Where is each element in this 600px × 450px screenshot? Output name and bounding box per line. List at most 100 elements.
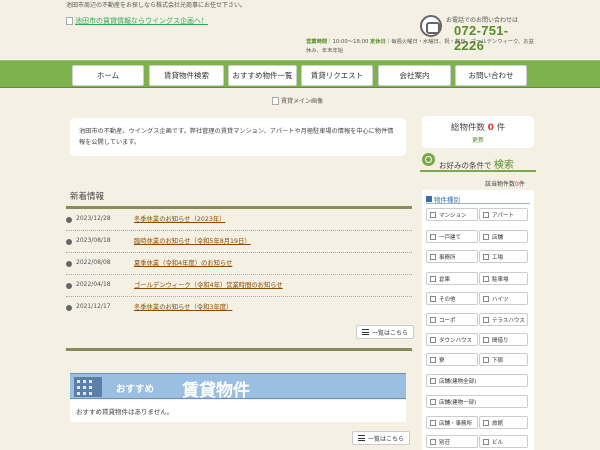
nav-contact[interactable]: お問い合わせ	[455, 65, 527, 86]
type-label: 倉庫	[439, 276, 451, 283]
intro-box: 池田市の不動産、ウイングス企画です。弊社管理の賃貸マンション、アパートや月極駐車…	[70, 118, 406, 156]
type-checkbox[interactable]: 店舗・事務所	[426, 416, 478, 429]
bullet-icon	[66, 305, 72, 311]
bullet-icon	[66, 283, 72, 289]
type-checkbox[interactable]: 旅館	[479, 416, 528, 429]
type-checkbox[interactable]: 駐車場	[479, 272, 528, 285]
news-link[interactable]: ゴールデンウィーク（令和4年）営業時間のお知らせ	[134, 280, 283, 289]
list-icon	[362, 329, 369, 335]
news-date: 2021/12/17	[76, 303, 111, 310]
nav-rental-request[interactable]: 賃貸リクエスト	[301, 65, 373, 86]
type-checkbox[interactable]: タウンハウス	[426, 333, 478, 346]
checkbox-icon[interactable]	[483, 316, 489, 323]
type-checkbox[interactable]: 事務所	[426, 250, 478, 263]
type-label: 一戸建て	[439, 234, 462, 241]
site-logo-link[interactable]: 池田市の賃貸情報ならウイングス企画へ！	[66, 16, 208, 26]
building-icon	[74, 377, 102, 397]
checkbox-icon[interactable]	[483, 275, 489, 282]
news-link[interactable]: 冬季休業のお知らせ（2023年）	[134, 214, 225, 223]
type-checkbox[interactable]: 店舗(建物一部)	[426, 395, 528, 408]
news-item: 2023/08/18 臨時休業のお知らせ（令和5年8月19日）	[66, 231, 412, 253]
main-visual-alt: 賃貸メイン画像	[281, 98, 324, 105]
news-item: 2022/08/08 夏季休業（令和4年度）のお知らせ	[66, 253, 412, 275]
checkbox-icon[interactable]	[483, 253, 489, 260]
bullet-icon	[66, 261, 72, 267]
type-checkbox[interactable]: 寮	[426, 353, 478, 366]
news-date: 2023/12/28	[76, 215, 111, 222]
type-checkbox[interactable]: アパート	[479, 208, 528, 221]
checkbox-icon[interactable]	[483, 211, 489, 218]
type-checkbox[interactable]: 倉庫	[426, 272, 478, 285]
checkbox-icon[interactable]	[483, 438, 489, 445]
hours-value: 10:00～18:00	[332, 39, 369, 45]
type-checkbox[interactable]: ビル	[479, 435, 528, 448]
category-icon	[426, 196, 432, 202]
recommend-more-label: 一覧はこちら	[368, 435, 405, 443]
nav-company[interactable]: 会社案内	[378, 65, 451, 86]
news-more-label: 一覧はこちら	[372, 329, 409, 337]
type-checkbox[interactable]: 一戸建て	[426, 230, 478, 243]
type-checkbox[interactable]: テラスハウス	[479, 313, 528, 326]
nav-recommended[interactable]: おすすめ物件一覧	[228, 65, 297, 86]
nav-home[interactable]: ホーム	[72, 65, 144, 86]
type-checkbox[interactable]: 店舗	[479, 230, 528, 243]
checkbox-icon[interactable]	[483, 419, 489, 426]
news-date: 2023/08/18	[76, 237, 111, 244]
checkbox-icon[interactable]	[430, 295, 436, 302]
type-checkbox[interactable]: その他	[426, 292, 478, 305]
broken-image-icon	[66, 17, 73, 25]
type-label: 下宿	[492, 357, 504, 364]
type-checkbox[interactable]: 間借り	[479, 333, 528, 346]
type-label: 寮	[439, 357, 445, 364]
type-label: 別荘	[439, 439, 451, 446]
type-checkbox[interactable]: ハイツ	[479, 292, 528, 305]
checkbox-icon[interactable]	[430, 398, 436, 405]
type-checkbox[interactable]: コーポ	[426, 313, 478, 326]
bullet-icon	[66, 217, 72, 223]
search-icon	[422, 153, 435, 166]
checkbox-icon[interactable]	[430, 275, 436, 282]
nav-rental-search[interactable]: 賃貸物件検索	[149, 65, 224, 86]
news-link[interactable]: 夏季休業（令和4年度）のお知らせ	[134, 258, 232, 267]
type-label: タウンハウス	[439, 337, 473, 344]
type-checkbox[interactable]: マンション	[426, 208, 478, 221]
news-item: 2021/12/17 冬季休業のお知らせ（令和3年度）	[66, 297, 412, 319]
type-checkbox[interactable]: 店舗(建物全部)	[426, 374, 528, 387]
checkbox-icon[interactable]	[430, 419, 436, 426]
checkbox-icon[interactable]	[430, 377, 436, 384]
type-label: 旅館	[492, 420, 504, 427]
recommend-empty-message: おすすめ賃貸物件はありません。	[70, 400, 406, 422]
checkbox-icon[interactable]	[430, 316, 436, 323]
news-link[interactable]: 冬季休業のお知らせ（令和3年度）	[134, 302, 232, 311]
news-item: 2023/12/28 冬季休業のお知らせ（2023年）	[66, 209, 412, 231]
checkbox-icon[interactable]	[483, 336, 489, 343]
search-big: 検索	[493, 160, 514, 171]
total-label: 総物件数	[450, 123, 485, 133]
main-visual: 賃貸メイン画像	[272, 96, 323, 105]
type-checkbox[interactable]: 工場	[479, 250, 528, 263]
result-unit: 件	[518, 181, 525, 188]
checkbox-icon[interactable]	[483, 233, 489, 240]
checkbox-icon[interactable]	[430, 336, 436, 343]
checkbox-icon[interactable]	[430, 253, 436, 260]
checkbox-icon[interactable]	[430, 211, 436, 218]
list-icon	[358, 435, 365, 441]
search-heading: お好みの条件で 検索	[420, 152, 536, 172]
checkbox-icon[interactable]	[483, 356, 489, 363]
business-hours: 営業時間｜10:00～18:00 定休日｜毎週火曜日・水曜日、祝・祭日、ゴールデ…	[306, 39, 534, 54]
news-link[interactable]: 臨時休業のお知らせ（令和5年8月19日）	[134, 236, 251, 245]
closed-label: 定休日	[370, 39, 386, 45]
type-label: 工場	[492, 254, 504, 261]
news-more-button[interactable]: 一覧はこちら	[356, 325, 415, 339]
type-label: アパート	[492, 212, 514, 219]
type-checkbox[interactable]: 下宿	[479, 353, 528, 366]
global-nav: ホーム 賃貸物件検索 おすすめ物件一覧 賃貸リクエスト 会社案内 お問い合わせ	[0, 60, 600, 88]
checkbox-icon[interactable]	[483, 295, 489, 302]
checkbox-icon[interactable]	[430, 438, 436, 445]
news-date: 2022/04/18	[76, 281, 111, 288]
result-count: 該当物件数0件	[485, 179, 525, 188]
checkbox-icon[interactable]	[430, 356, 436, 363]
checkbox-icon[interactable]	[430, 233, 436, 240]
recommend-more-button[interactable]: 一覧はこちら	[352, 431, 411, 445]
type-checkbox[interactable]: 別荘	[426, 435, 478, 448]
